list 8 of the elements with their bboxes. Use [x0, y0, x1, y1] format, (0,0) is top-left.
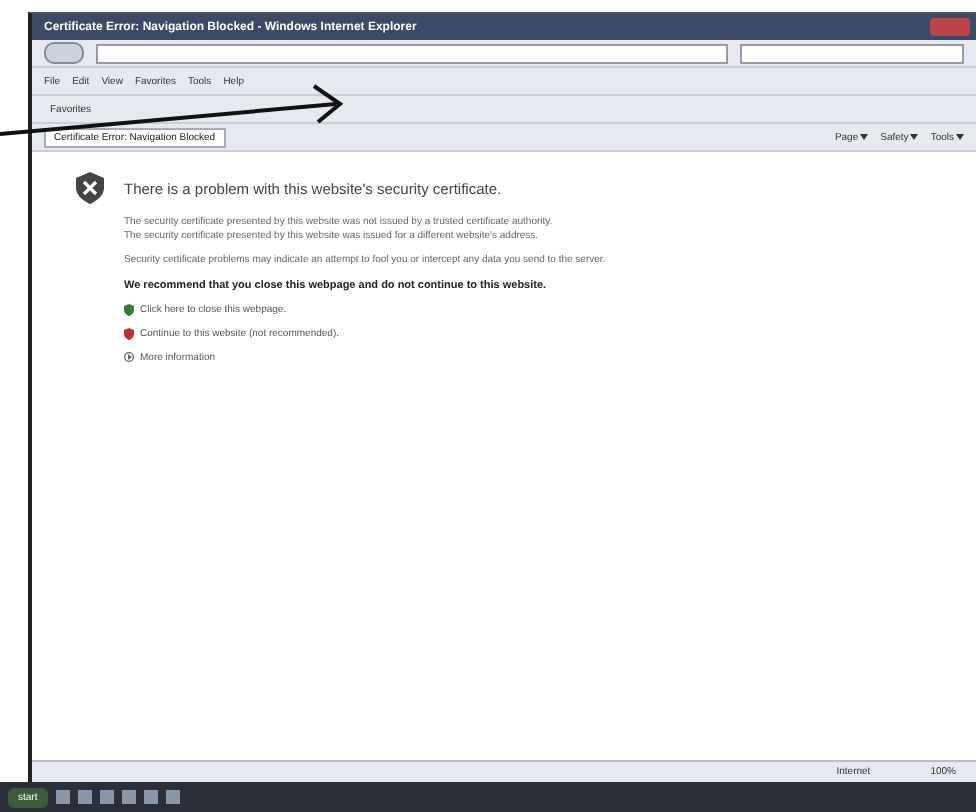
address-field[interactable] — [96, 43, 728, 63]
search-field[interactable] — [740, 43, 964, 63]
expand-icon[interactable] — [124, 352, 134, 362]
caret-icon — [910, 134, 919, 140]
caret-icon — [860, 134, 869, 140]
shield-error-icon — [76, 172, 104, 204]
back-forward-buttons[interactable] — [44, 42, 84, 64]
caret-icon — [956, 134, 964, 140]
